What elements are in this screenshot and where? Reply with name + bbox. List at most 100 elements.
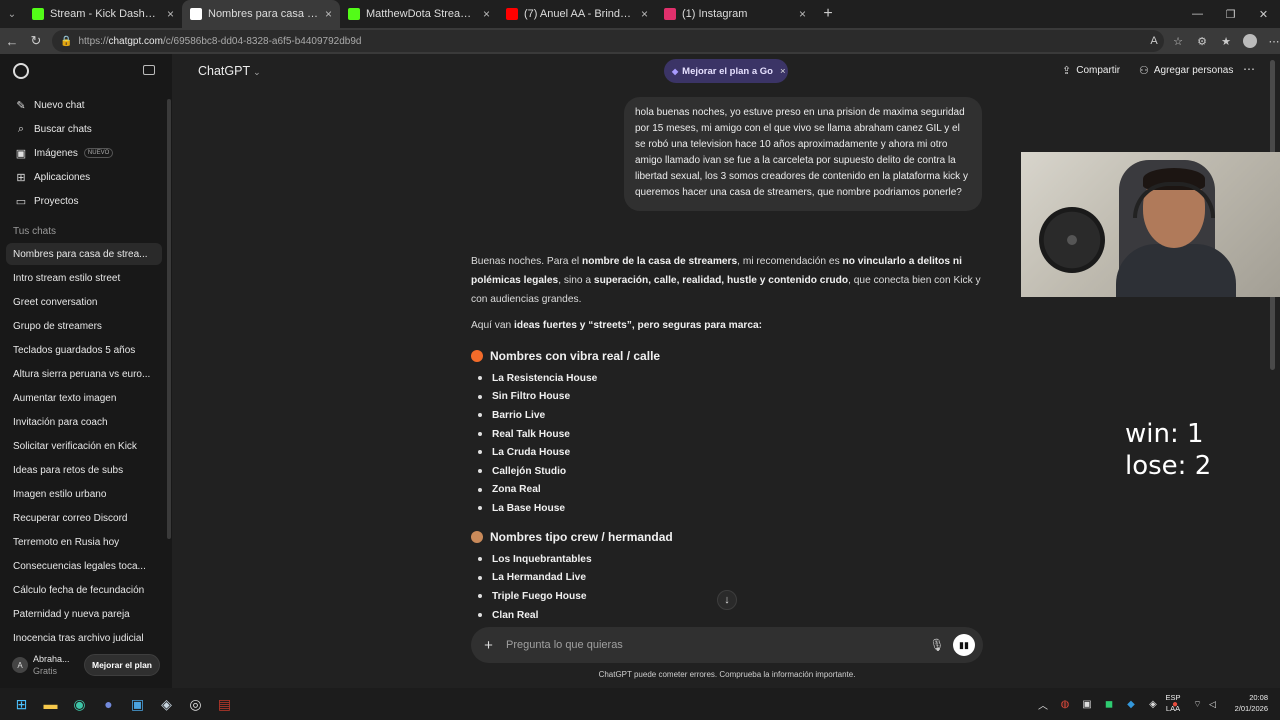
tray-app-icon[interactable]: ◍: [1054, 699, 1076, 710]
apps-icon: ⊞: [16, 171, 26, 184]
favorite-star-icon[interactable]: ☆: [1166, 35, 1190, 48]
chatgpt-logo-icon[interactable]: [13, 63, 29, 79]
dismiss-promo-icon[interactable]: ×: [780, 66, 786, 77]
chat-history-item[interactable]: Solicitar verificación en Kick: [6, 435, 162, 457]
tray-app-icon[interactable]: ◼: [1098, 699, 1120, 710]
browser-tab[interactable]: Stream - Kick Dashboard ×: [24, 0, 182, 28]
browser-tab[interactable]: Nombres para casa de streamers ×: [182, 0, 340, 28]
close-tab-icon[interactable]: ×: [325, 7, 332, 21]
chats-section-label: Tus chats: [13, 226, 56, 237]
reload-icon[interactable]: ↻: [24, 28, 48, 54]
file-explorer-icon[interactable]: ▬: [36, 688, 65, 720]
voice-mode-icon[interactable]: ▮▮: [953, 634, 975, 656]
user-avatar[interactable]: A: [12, 657, 28, 673]
chat-history-item[interactable]: Cálculo fecha de fecundación: [6, 579, 162, 601]
image-icon: ▣: [15, 147, 27, 160]
address-bar[interactable]: 🔒 https://chatgpt.com/c/69586bc8-dd04-83…: [52, 30, 1164, 52]
url-host: chatgpt.com: [108, 35, 163, 47]
url-path: /c/69586bc8-dd04-8328-a6f5-b4409792db9d: [162, 35, 362, 47]
chevron-down-icon: ⌄: [253, 67, 261, 77]
chat-history-item[interactable]: Terremoto en Rusia hoy: [6, 531, 162, 553]
score-overlay: win: 1 lose: 2: [1125, 418, 1211, 482]
close-tab-icon[interactable]: ×: [799, 7, 806, 21]
add-people-button[interactable]: ⚇ Agregar personas: [1139, 64, 1233, 77]
fire-icon: [471, 350, 483, 362]
microphone-icon[interactable]: 🎙: [925, 638, 949, 652]
back-icon[interactable]: ←: [0, 28, 24, 54]
photos-icon[interactable]: ▣: [123, 688, 152, 720]
tab-actions-menu-icon[interactable]: ⌄: [0, 0, 24, 28]
edge-browser-icon[interactable]: ◉: [65, 688, 94, 720]
attach-plus-icon[interactable]: +: [471, 637, 506, 654]
browser-tab[interactable]: MatthewDota Stream - Watch Live ×: [340, 0, 498, 28]
url-scheme: https://: [78, 35, 109, 47]
chat-history-item[interactable]: Recuperar correo Discord: [6, 507, 162, 529]
chat-history-item[interactable]: Intro stream estilo street: [6, 267, 162, 289]
favorites-icon[interactable]: ★: [1214, 35, 1238, 48]
chat-history-item[interactable]: Consecuencias legales toca...: [6, 555, 162, 577]
sidebar-nav-item[interactable]: ⊞ Aplicaciones: [6, 166, 162, 188]
chat-history-item[interactable]: Invitación para coach: [6, 411, 162, 433]
app-red-icon[interactable]: ▤: [210, 688, 239, 720]
chat-history-item[interactable]: Imagen estilo urbano: [6, 483, 162, 505]
more-options-icon[interactable]: ⋯: [1243, 62, 1256, 76]
name-list-street: La Resistencia House Sin Filtro House Barr…: [478, 369, 597, 518]
lock-icon: 🔒: [60, 35, 73, 47]
sidebar-toggle-icon[interactable]: [143, 65, 155, 75]
chat-history-item[interactable]: Teclados guardados 5 años: [6, 339, 162, 361]
section-title-text: Nombres tipo crew / hermandad: [490, 530, 673, 544]
steam-tray-icon[interactable]: ◈: [1142, 699, 1164, 710]
model-selector[interactable]: ChatGPT ⌄: [198, 64, 261, 78]
user-info[interactable]: Abraha... Gratis: [33, 653, 77, 677]
sidebar-nav-item[interactable]: ▭ Proyectos: [6, 190, 162, 212]
composer[interactable]: + Pregunta lo que quieras 🎙 ▮▮: [471, 627, 983, 663]
wifi-icon[interactable]: ⌔: [1190, 699, 1205, 710]
browser-tab[interactable]: (1) Instagram ×: [656, 0, 814, 28]
upgrade-plan-button[interactable]: Mejorar el plan: [84, 654, 160, 676]
upgrade-go-pill[interactable]: ◆ Mejorar el plan a Go ×: [664, 59, 788, 83]
house-icon: [471, 531, 483, 543]
chat-history-item[interactable]: Paternidad y nueva pareja: [6, 603, 162, 625]
browser-menu-icon[interactable]: ⋯: [1262, 35, 1280, 48]
chat-history-item[interactable]: Greet conversation: [6, 291, 162, 313]
close-tab-icon[interactable]: ×: [483, 7, 490, 21]
score-win: win: 1: [1125, 419, 1204, 449]
windows-start-icon[interactable]: ⊞: [7, 688, 36, 720]
sidebar-scrollbar[interactable]: [167, 99, 171, 539]
sidebar-footer: A Abraha... Gratis Mejorar el plan: [0, 650, 172, 680]
tray-expand-icon[interactable]: ︿: [1032, 697, 1054, 712]
discord-icon[interactable]: ●: [94, 688, 123, 720]
section-title-text: Nombres con vibra real / calle: [490, 349, 661, 363]
language-indicator[interactable]: ESP LAA: [1162, 692, 1184, 714]
restore-icon[interactable]: ❐: [1214, 0, 1247, 28]
extensions-icon[interactable]: ⚙: [1190, 35, 1214, 48]
tray-app-icon[interactable]: ◆: [1120, 699, 1142, 710]
prompt-input[interactable]: Pregunta lo que quieras: [506, 639, 925, 651]
volume-icon[interactable]: ◁: [1205, 699, 1220, 710]
chat-history-item[interactable]: Aumentar texto imagen: [6, 387, 162, 409]
chat-history-item[interactable]: Altura sierra peruana vs euro...: [6, 363, 162, 385]
chat-history-item[interactable]: Inocencia tras archivo judicial: [6, 627, 162, 649]
tray-app-icon[interactable]: ▣: [1076, 699, 1098, 710]
sidebar-nav-item[interactable]: ✎ Nuevo chat: [6, 94, 162, 116]
close-tab-icon[interactable]: ×: [641, 7, 648, 21]
chat-history-item[interactable]: Nombres para casa de strea...: [6, 243, 162, 265]
clock[interactable]: 20:08 2/01/2026: [1222, 692, 1268, 714]
assistant-paragraph-2: Aquí van ideas fuertes y “streets”, pero…: [471, 320, 762, 331]
close-tab-icon[interactable]: ×: [167, 7, 174, 21]
profile-avatar[interactable]: [1243, 34, 1257, 48]
chat-history-item[interactable]: Grupo de streamers: [6, 315, 162, 337]
share-button[interactable]: ⇪ Compartir: [1062, 64, 1120, 77]
language-code: ESP: [1165, 693, 1181, 702]
obs-icon[interactable]: ◎: [181, 688, 210, 720]
new-tab-button[interactable]: +: [814, 5, 842, 23]
minimize-icon[interactable]: —: [1181, 0, 1214, 28]
steam-icon[interactable]: ◈: [152, 688, 181, 720]
close-window-icon[interactable]: ✕: [1247, 0, 1280, 28]
scroll-down-icon[interactable]: ↓: [717, 590, 737, 610]
sidebar-nav-item[interactable]: ⌕ Buscar chats: [6, 118, 162, 140]
browser-tab[interactable]: (7) Anuel AA - Brindemos feat. Oz ×: [498, 0, 656, 28]
read-aloud-icon[interactable]: A: [1142, 35, 1166, 47]
chat-history-item[interactable]: Ideas para retos de subs: [6, 459, 162, 481]
sidebar-nav-item[interactable]: ▣ Imágenes NUEVO: [6, 142, 162, 164]
